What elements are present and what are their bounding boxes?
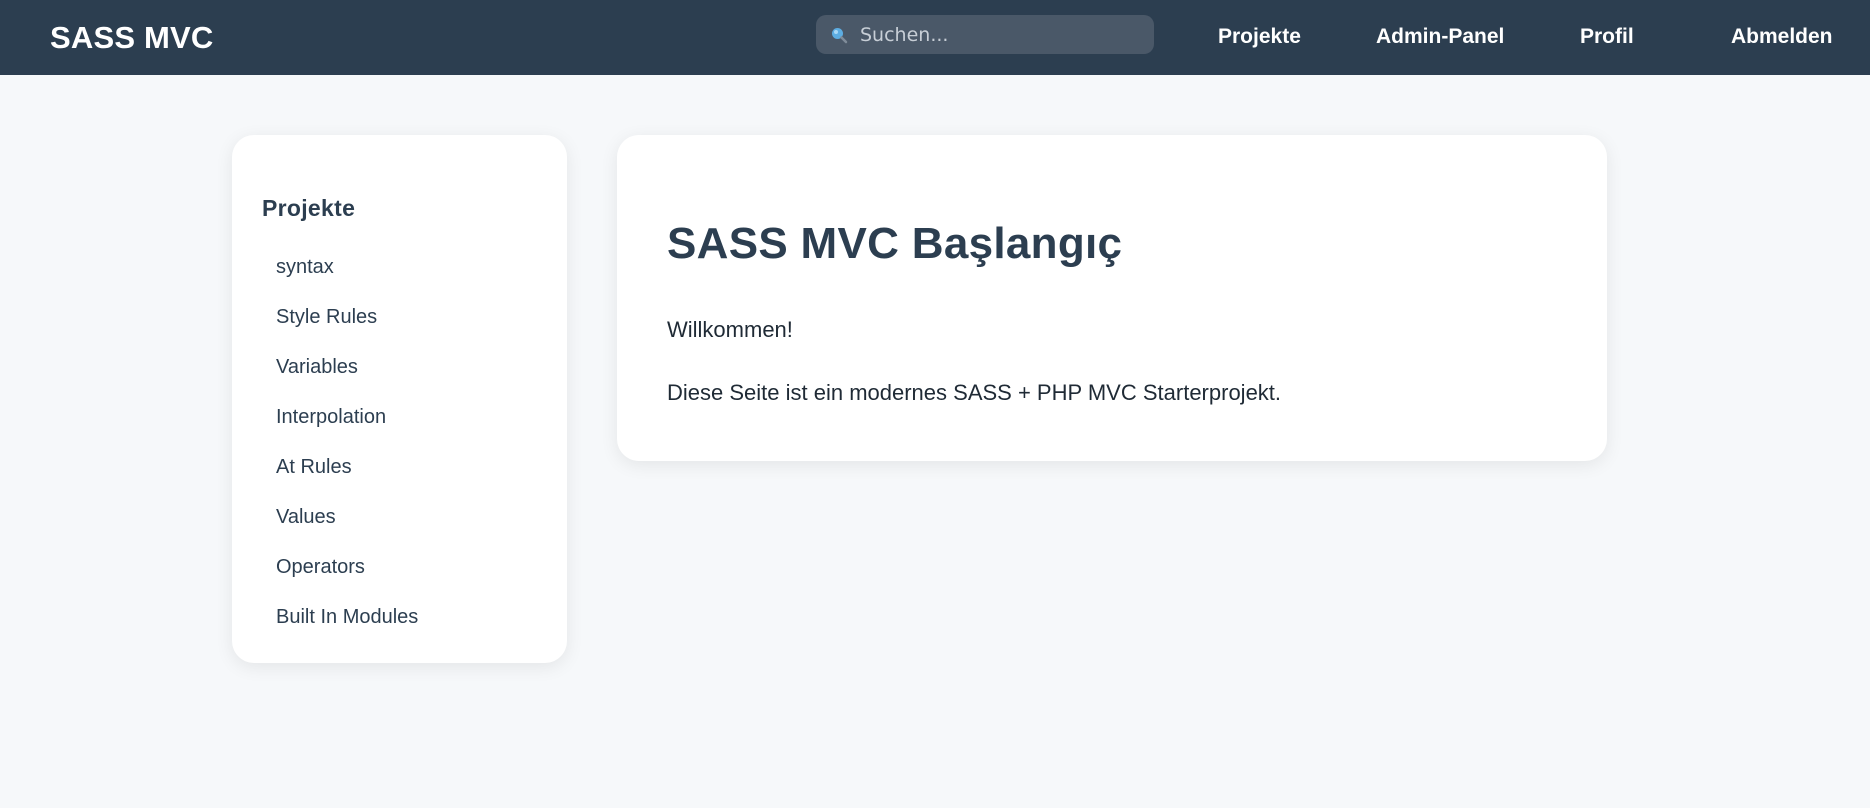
sidebar: Projekte syntax Style Rules Variables In… bbox=[232, 135, 567, 663]
sidebar-item-style-rules[interactable]: Style Rules bbox=[276, 297, 418, 347]
search-input[interactable] bbox=[858, 22, 1138, 47]
search-box[interactable] bbox=[816, 15, 1154, 54]
sidebar-item-interpolation[interactable]: Interpolation bbox=[276, 397, 418, 447]
description-text: Diese Seite ist ein modernes SASS + PHP … bbox=[667, 380, 1282, 405]
brand-logo[interactable]: SASS MVC bbox=[50, 20, 214, 56]
sidebar-item-variables[interactable]: Variables bbox=[276, 347, 418, 397]
top-navbar: SASS MVC Projekte Admin-Panel Profil Abm… bbox=[0, 0, 1870, 75]
sidebar-item-built-in-modules[interactable]: Built In Modules bbox=[276, 597, 418, 647]
welcome-text: Willkommen! bbox=[667, 317, 793, 342]
sidebar-item-at-rules[interactable]: At Rules bbox=[276, 447, 418, 497]
sidebar-item-values[interactable]: Values bbox=[276, 497, 418, 547]
nav-admin-panel-link[interactable]: Admin-Panel bbox=[1376, 25, 1504, 49]
nav-profile-link[interactable]: Profil bbox=[1580, 25, 1634, 49]
sidebar-list: syntax Style Rules Variables Interpolati… bbox=[276, 247, 418, 647]
sidebar-item-syntax[interactable]: syntax bbox=[276, 247, 418, 297]
sidebar-title: Projekte bbox=[262, 195, 356, 221]
nav-projects-link[interactable]: Projekte bbox=[1218, 25, 1301, 49]
main-content-card: SASS MVC Başlangıç Willkommen! Diese Sei… bbox=[617, 135, 1607, 461]
search-icon bbox=[830, 26, 848, 44]
sidebar-item-operators[interactable]: Operators bbox=[276, 547, 418, 597]
page-title: SASS MVC Başlangıç bbox=[667, 219, 1123, 268]
nav-logout-link[interactable]: Abmelden bbox=[1731, 25, 1833, 49]
